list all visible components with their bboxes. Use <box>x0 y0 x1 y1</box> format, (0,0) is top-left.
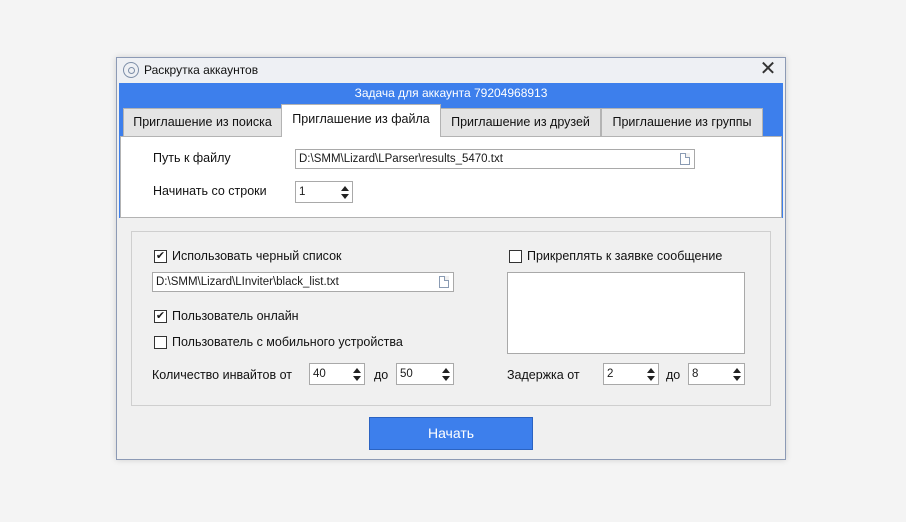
invites-to-value: 50 <box>400 368 413 380</box>
blacklist-browse-icon[interactable] <box>439 276 449 288</box>
spinner-arrows-icon[interactable] <box>647 366 655 382</box>
delay-from-value: 2 <box>607 368 614 380</box>
invites-from-label: Количество инвайтов от <box>152 368 292 382</box>
mobile-checkbox[interactable] <box>154 336 167 349</box>
delay-from-label: Задержка от <box>507 368 580 382</box>
app-gear-icon <box>123 62 139 78</box>
blacklist-checkbox[interactable]: ✔ <box>154 250 167 263</box>
spinner-arrows-icon[interactable] <box>353 366 361 382</box>
options-group: ✔ Использовать черный список D:\SMM\Liza… <box>131 231 771 406</box>
online-label: Пользователь онлайн <box>172 309 299 323</box>
task-header: Задача для аккаунта 79204968913 <box>119 83 783 103</box>
message-textarea[interactable] <box>507 272 745 354</box>
spinner-arrows-icon[interactable] <box>442 366 450 382</box>
blacklist-path-value: D:\SMM\Lizard\LInviter\black_list.txt <box>156 276 339 288</box>
spinner-arrows-icon[interactable] <box>733 366 741 382</box>
start-row-spinner[interactable]: 1 <box>295 181 353 203</box>
online-checkbox[interactable]: ✔ <box>154 310 167 323</box>
mobile-label: Пользователь с мобильного устройства <box>172 335 403 349</box>
invites-from-value: 40 <box>313 368 326 380</box>
delay-from-spinner[interactable]: 2 <box>603 363 659 385</box>
tab-invite-from-search[interactable]: Приглашение из поиска <box>123 108 282 136</box>
delay-to-label: до <box>666 368 681 382</box>
invites-to-spinner[interactable]: 50 <box>396 363 454 385</box>
start-row-value: 1 <box>299 186 306 198</box>
start-row-label: Начинать со строки <box>153 184 267 198</box>
attach-message-checkbox[interactable] <box>509 250 522 263</box>
file-browse-icon[interactable] <box>680 153 690 165</box>
close-icon[interactable]: ✕ <box>757 59 779 81</box>
invites-from-spinner[interactable]: 40 <box>309 363 365 385</box>
spinner-arrows-icon[interactable] <box>341 184 349 200</box>
tab-invite-from-friends[interactable]: Приглашение из друзей <box>440 108 601 136</box>
delay-to-value: 8 <box>692 368 699 380</box>
file-path-label: Путь к файлу <box>153 151 231 165</box>
blacklist-label: Использовать черный список <box>172 249 342 263</box>
start-button[interactable]: Начать <box>369 417 533 450</box>
attach-message-label: Прикреплять к заявке сообщение <box>527 249 723 263</box>
dialog-window: Раскрутка аккаунтов ✕ Задача для аккаунт… <box>116 57 786 460</box>
window-title: Раскрутка аккаунтов <box>144 63 259 77</box>
blacklist-path-input[interactable]: D:\SMM\Lizard\LInviter\black_list.txt <box>152 272 454 292</box>
file-path-input[interactable]: D:\SMM\Lizard\LParser\results_5470.txt <box>295 149 695 169</box>
invites-to-label: до <box>374 368 389 382</box>
tab-invite-from-file[interactable]: Приглашение из файла <box>281 104 441 137</box>
delay-to-spinner[interactable]: 8 <box>688 363 745 385</box>
file-path-value: D:\SMM\Lizard\LParser\results_5470.txt <box>299 153 503 165</box>
titlebar[interactable]: Раскрутка аккаунтов ✕ <box>117 58 785 82</box>
tab-invite-from-group[interactable]: Приглашение из группы <box>601 108 763 136</box>
tab-panel-file: Путь к файлу D:\SMM\Lizard\LParser\resul… <box>120 136 782 218</box>
